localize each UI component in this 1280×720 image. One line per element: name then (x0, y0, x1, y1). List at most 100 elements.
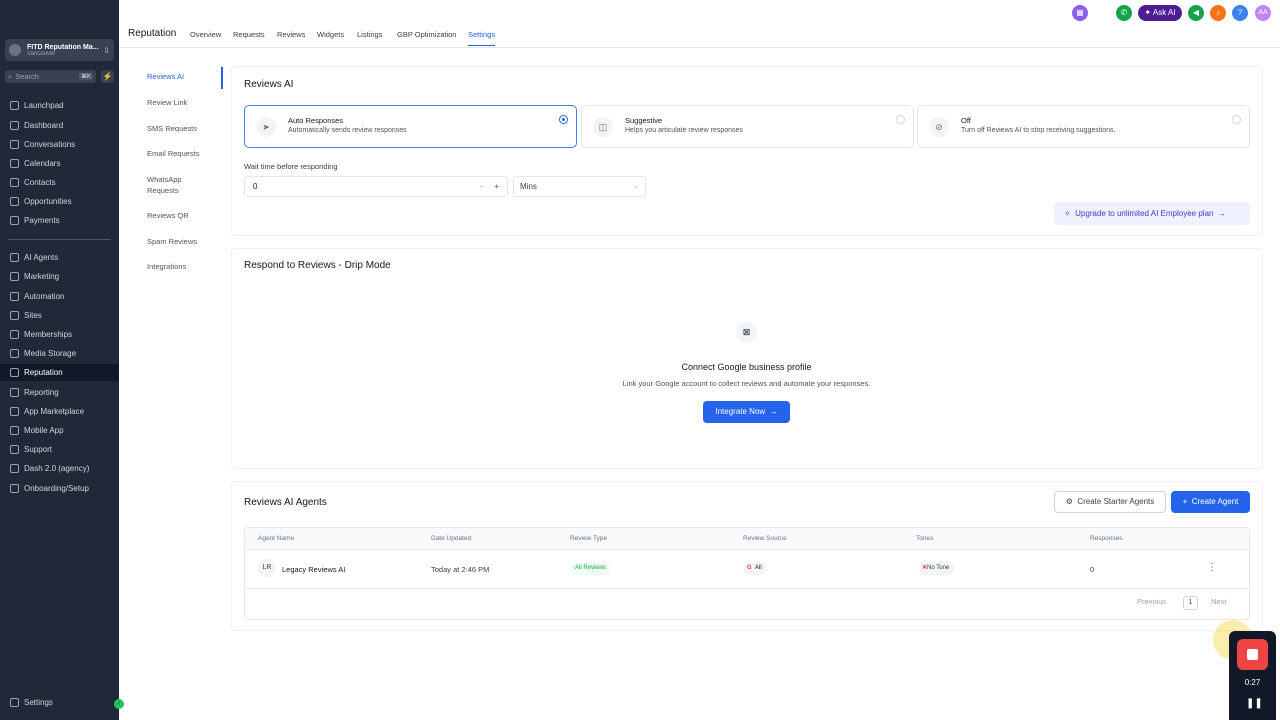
sidebar-item-opportunities[interactable]: Opportunities (0, 193, 119, 210)
chevron-updown-icon: ⇕ (103, 45, 110, 55)
sparkle-icon: ✦ (1144, 8, 1152, 17)
settings-subnav: Reviews AI Review Link SMS Requests Emai… (119, 49, 223, 720)
tab-overview[interactable]: Overview (190, 30, 221, 45)
col-review-type: Review Type (570, 535, 608, 542)
sidebar-item-contacts[interactable]: Contacts (0, 174, 119, 191)
pause-icon[interactable]: ❚❚ (1246, 698, 1263, 709)
tab-listings[interactable]: Listings (357, 30, 382, 45)
sidebar-item-marketing[interactable]: Marketing (0, 268, 119, 285)
pager-page[interactable]: 1 (1183, 596, 1198, 610)
sidebar-item-calendars[interactable]: Calendars (0, 155, 119, 172)
subnav-whatsapp-requests[interactable]: WhatsApp Requests (147, 174, 199, 196)
subnav-sms-requests[interactable]: SMS Requests (147, 123, 217, 134)
phone-icon[interactable]: ✆ (1116, 5, 1132, 21)
dashboard-icon (10, 121, 19, 130)
wait-time-value: 0 (253, 182, 258, 191)
col-agent-name: Agent Name (258, 535, 295, 542)
sidebar-item-dashboard[interactable]: Dashboard (0, 117, 119, 134)
membership-icon (10, 330, 19, 339)
sidebar-item-support[interactable]: Support (0, 441, 119, 458)
sidebar-item-mobile-app[interactable]: Mobile App (0, 422, 119, 439)
ask-ai-button[interactable]: ✦ Ask AI (1138, 5, 1182, 21)
chart-icon (10, 388, 19, 397)
sidebar-item-sites[interactable]: Sites (0, 307, 119, 324)
account-location: Vancouver (27, 50, 56, 57)
minus-icon[interactable]: − (479, 177, 484, 196)
subnav-spam-reviews[interactable]: Spam Reviews (147, 236, 217, 247)
col-responses: Responses (1090, 535, 1123, 542)
quick-action-bolt-icon[interactable]: ⚡ (101, 70, 114, 83)
bell-icon[interactable]: ♪ (1210, 5, 1226, 21)
agent-avatar: LR (258, 559, 276, 577)
integrate-now-button[interactable]: Integrate Now → (703, 401, 790, 423)
sidebar-item-onboarding[interactable]: Onboarding/Setup (0, 480, 119, 497)
option-off[interactable]: ⊘ Off Turn off Reviews AI to stop receiv… (917, 105, 1250, 148)
tab-settings[interactable]: Settings (468, 30, 496, 46)
arrow-right-icon: → (1217, 209, 1226, 218)
sidebar-item-launchpad[interactable]: Launchpad (0, 97, 119, 114)
subnav-review-link[interactable]: Review Link (147, 97, 217, 108)
tone-badge: ✕No Tone (919, 562, 955, 575)
tab-widgets[interactable]: Widgets (317, 30, 344, 45)
search-shortcut: ⌘K (78, 73, 93, 80)
subnav-integrations[interactable]: Integrations (147, 261, 217, 272)
help-icon[interactable]: ? (1232, 5, 1248, 21)
sidebar-item-payments[interactable]: Payments (0, 212, 119, 229)
send-off-icon: ⊘ (929, 117, 949, 137)
subnav-reviews-qr[interactable]: Reviews QR (147, 210, 217, 221)
phone-icon (10, 426, 19, 435)
option-desc: Helps you articulate review responses (625, 127, 743, 134)
automation-icon (10, 292, 19, 301)
sidebar-item-automation[interactable]: Automation (0, 288, 119, 305)
upgrade-button[interactable]: ✧ Upgrade to unlimited AI Employee plan … (1054, 202, 1250, 225)
pager-next[interactable]: Next (1211, 597, 1226, 606)
sidebar-item-reputation[interactable]: Reputation (0, 364, 119, 381)
sidebar-item-dash-agency[interactable]: Dash 2.0 (agency) (0, 460, 119, 477)
tab-gbp-optimization[interactable]: GBP Optimization (397, 30, 456, 45)
drip-mode-title: Respond to Reviews - Drip Mode (244, 260, 391, 271)
wait-unit-select[interactable]: Mins ⌄ (513, 176, 646, 197)
pager-previous[interactable]: Previous (1137, 597, 1166, 606)
search-input[interactable]: ⌕ Search ⌘K (5, 70, 96, 83)
radio-suggestive[interactable] (896, 115, 905, 124)
chevron-down-icon: ⌄ (633, 183, 639, 190)
sidebar-item-memberships[interactable]: Memberships (0, 326, 119, 343)
megaphone-icon[interactable]: ◀ (1188, 5, 1204, 21)
create-agent-button[interactable]: + Create Agent (1171, 491, 1250, 513)
account-switcher[interactable]: FITD Reputation Ma... Vancouver ⇕ (5, 39, 114, 61)
radio-off[interactable] (1232, 115, 1241, 124)
sidebar-item-settings[interactable]: Settings (0, 694, 119, 711)
gear-icon: ⚙ (1065, 497, 1073, 506)
chat-icon (10, 140, 19, 149)
sidebar-item-conversations[interactable]: Conversations (0, 136, 119, 153)
more-vertical-icon[interactable]: ⋮ (1207, 562, 1217, 573)
option-suggestive[interactable]: ◫ Suggestive Helps you articulate review… (581, 105, 914, 148)
calendar-icon (10, 159, 19, 168)
agent-name[interactable]: Legacy Reviews AI (282, 565, 345, 574)
drip-mode-card (231, 248, 1263, 469)
gift-icon[interactable]: ▦ (1072, 5, 1088, 21)
radio-auto-responses[interactable] (559, 115, 568, 124)
sidebar-item-app-marketplace[interactable]: App Marketplace (0, 403, 119, 420)
sidebar-item-reporting[interactable]: Reporting (0, 384, 119, 401)
subnav-email-requests[interactable]: Email Requests (147, 148, 217, 159)
option-auto-responses[interactable]: ➤ Auto Responses Automatically sends rev… (244, 105, 577, 148)
account-name: FITD Reputation Ma... (27, 43, 99, 51)
stop-recording-button[interactable] (1237, 639, 1268, 670)
plus-icon[interactable]: + (494, 177, 499, 196)
wait-time-label: Wait time before responding (244, 162, 338, 171)
grid-icon (10, 407, 19, 416)
sidebar-item-ai-agents[interactable]: AI Agents (0, 249, 119, 266)
contacts-icon (10, 178, 19, 187)
tab-requests[interactable]: Requests (233, 30, 265, 45)
globe-icon (10, 311, 19, 320)
tab-reviews[interactable]: Reviews (277, 30, 305, 45)
avatar[interactable]: AA (1255, 5, 1271, 21)
wait-time-input[interactable]: 0 − + (244, 176, 508, 197)
send-icon (10, 272, 19, 281)
sparkle-icon (10, 253, 19, 262)
subnav-reviews-ai[interactable]: Reviews AI (147, 71, 217, 82)
arrow-right-icon: → (767, 407, 778, 416)
create-starter-agents-button[interactable]: ⚙ Create Starter Agents (1054, 491, 1166, 513)
sidebar-item-media-storage[interactable]: Media Storage (0, 345, 119, 362)
